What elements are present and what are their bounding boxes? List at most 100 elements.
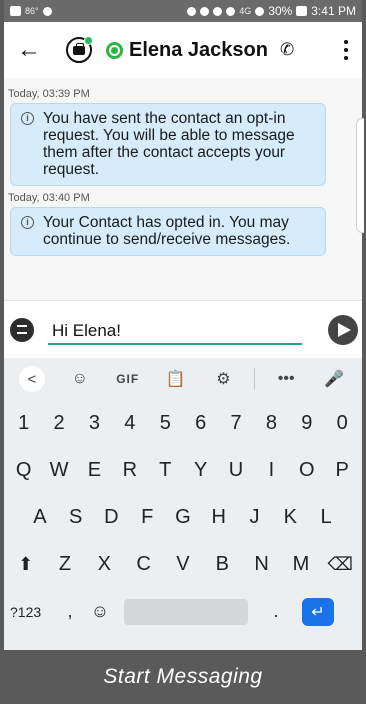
whatsapp-icon [106,41,123,59]
status-right: 4G 30% 3:41 PM [187,4,356,18]
contact-name[interactable]: Elena Jackson [129,39,268,62]
key[interactable]: 3 [79,412,109,435]
battery-percent: 30% [268,4,293,18]
message-timestamp: Today, 03:39 PM [8,88,90,100]
message-notification-icon [10,6,21,16]
keyboard-back-button[interactable]: < [15,366,49,392]
key[interactable]: 8 [256,412,286,435]
composer [4,300,362,358]
key[interactable]: W [44,459,74,482]
phone-icon[interactable]: ✆ [280,40,294,60]
temperature-label: 86° [25,6,39,16]
briefcase-shape [73,42,85,55]
signal-icon [255,6,265,16]
key[interactable]: 7 [221,412,251,435]
shift-key-icon[interactable]: ⬆ [11,554,41,575]
key[interactable]: Q [9,459,39,482]
key[interactable]: O [292,459,322,482]
clock: 3:41 PM [311,4,356,18]
backspace-key-icon[interactable]: ⌫ [325,554,355,575]
chat-bubble-icon[interactable] [10,317,34,342]
key[interactable]: N [247,553,277,576]
clipboard-icon[interactable]: 📋 [159,369,193,389]
system-message-text: You have sent the contact an opt-in requ… [43,110,295,178]
system-message-bubble: i You have sent the contact an opt-in re… [10,103,326,186]
key[interactable]: G [168,506,198,529]
key[interactable]: 2 [44,412,74,435]
on-screen-keyboard: < ☺ GIF 📋 ⚙ ••• 🎤 1 2 3 4 5 6 7 8 9 0 Q … [4,358,362,650]
bluetooth-icon [200,6,210,16]
toolbar-divider [254,368,256,390]
key[interactable]: R [115,459,145,482]
key[interactable]: X [89,553,119,576]
enter-key-icon[interactable]: ↵ [302,597,334,626]
period-key[interactable]: . [256,601,296,622]
chevron-left-icon: < [18,366,45,392]
status-bar: 86° 4G 30% 3:41 PM [4,0,362,22]
key[interactable]: H [204,506,234,529]
key[interactable]: A [25,506,55,529]
key[interactable]: I [256,459,286,482]
key[interactable]: C [129,553,159,576]
key[interactable]: 4 [115,412,145,435]
key[interactable]: U [221,459,251,482]
key[interactable]: E [79,459,109,482]
key[interactable]: 1 [9,412,39,435]
key[interactable]: 9 [292,412,322,435]
message-input[interactable] [48,314,302,345]
system-message-bubble: i Your Contact has opted in. You may con… [10,207,326,256]
key[interactable]: D [96,506,126,529]
microphone-icon[interactable]: 🎤 [317,369,351,389]
app-frame: 86° 4G 30% 3:41 PM ← Elena Jackson ✆ Tod… [0,0,366,704]
emoji-key-icon[interactable]: ☺ [84,601,116,622]
briefcase-icon[interactable] [66,36,93,63]
keyboard-toolbar: < ☺ GIF 📋 ⚙ ••• 🎤 [4,358,362,400]
letter-row-3: ⬆ Z X C V B N M ⌫ [4,541,362,588]
wifi-icon [226,6,236,16]
more-vert-icon[interactable] [344,40,348,60]
sticker-icon[interactable]: ☺ [63,370,97,388]
nfc-icon [187,6,197,16]
key[interactable]: 6 [186,412,216,435]
key[interactable]: Y [186,459,216,482]
keyboard-bottom-row: ?123 , ☺ . ↵ [4,588,362,635]
key[interactable]: B [207,553,237,576]
key[interactable]: S [61,506,91,529]
send-button[interactable] [328,315,358,345]
number-row: 1 2 3 4 5 6 7 8 9 0 [4,400,362,447]
comma-key[interactable]: , [56,601,84,622]
system-message-text: Your Contact has opted in. You may conti… [43,214,291,248]
start-messaging-button[interactable]: Start Messaging [4,650,362,704]
info-icon: i [21,216,34,229]
start-messaging-label: Start Messaging [103,665,263,688]
key[interactable]: V [168,553,198,576]
battery-icon [296,6,308,16]
key[interactable]: P [327,459,357,482]
space-bar[interactable] [124,598,248,625]
key[interactable]: 0 [327,412,357,435]
letter-row-2: A S D F G H J K L [4,494,362,541]
letter-row-1: Q W E R T Y U I O P [4,447,362,494]
key[interactable]: Z [50,553,80,576]
symbols-key[interactable]: ?123 [10,604,56,620]
info-icon: i [21,112,34,125]
key[interactable]: T [150,459,180,482]
side-scroll-handle[interactable] [356,118,364,233]
gif-button[interactable]: GIF [111,372,145,386]
back-button[interactable]: ← [14,35,44,65]
more-options-icon[interactable]: ••• [269,370,303,388]
key[interactable]: 5 [150,412,180,435]
arrow-left-icon: ← [17,36,41,63]
key[interactable]: M [286,553,316,576]
message-list[interactable]: Today, 03:39 PM i You have sent the cont… [4,78,364,300]
alarm-icon [213,6,223,16]
network-label: 4G [239,6,252,16]
settings-gear-icon[interactable]: ⚙ [206,369,240,389]
chat-header: ← Elena Jackson ✆ [4,22,362,78]
online-status-dot [84,36,93,45]
key[interactable]: F [132,506,162,529]
key[interactable]: J [239,506,269,529]
status-left: 86° [10,6,52,16]
key[interactable]: L [311,506,341,529]
key[interactable]: K [275,506,305,529]
